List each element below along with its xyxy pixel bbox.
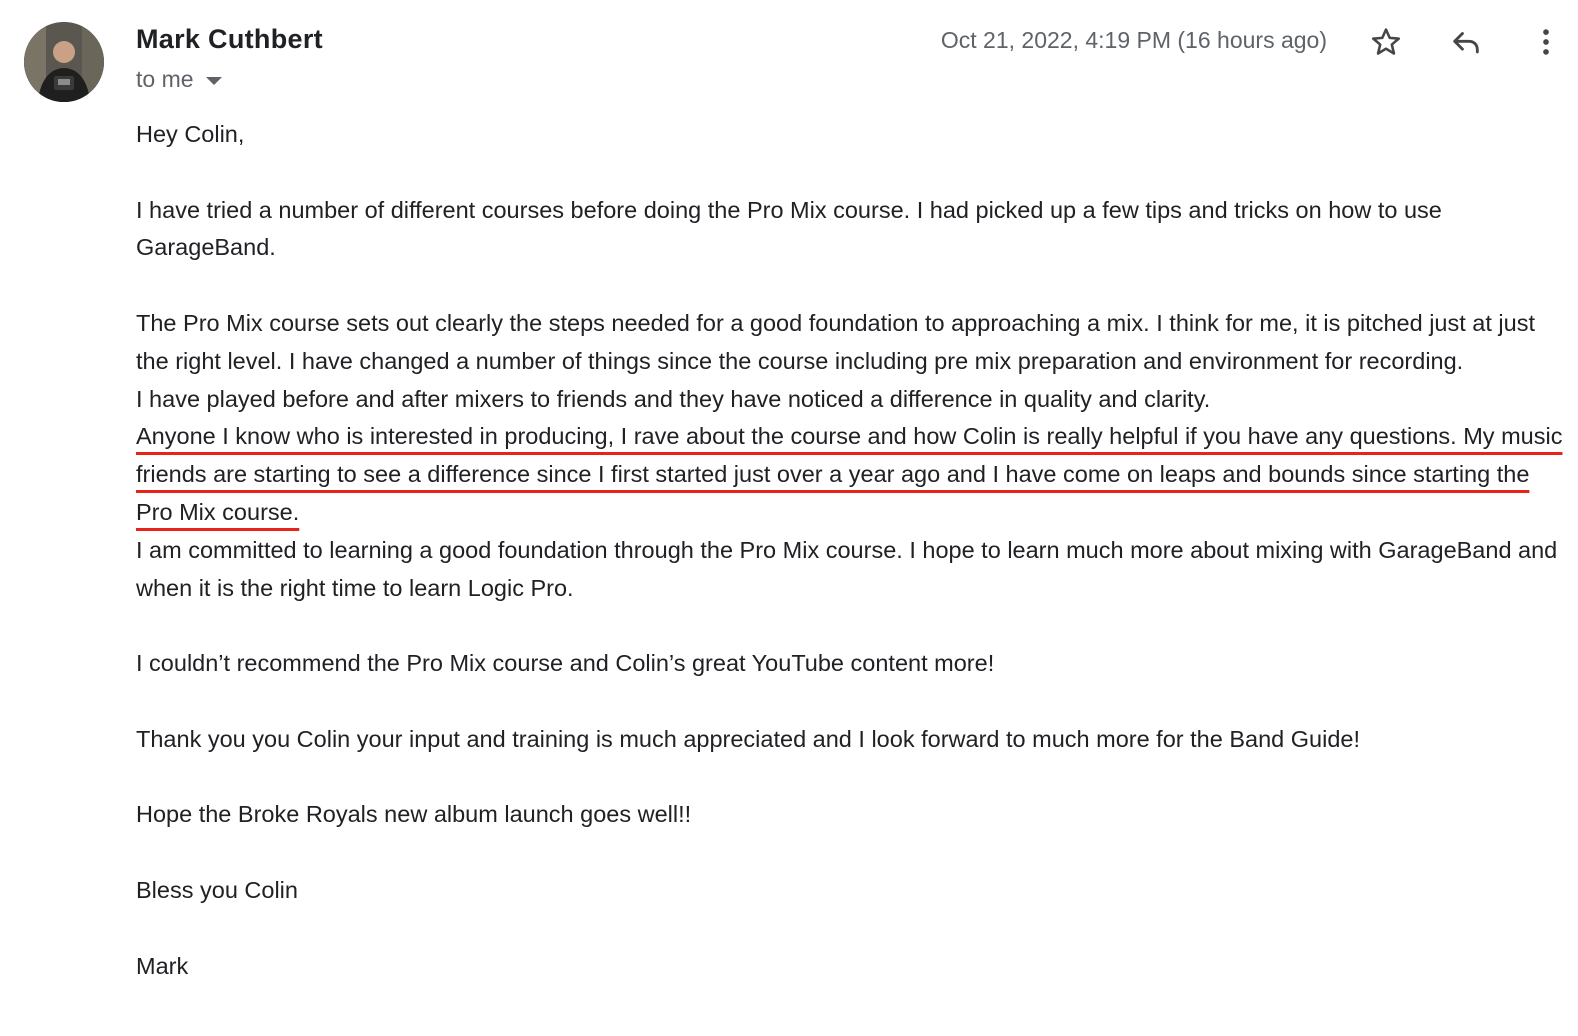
caret-down-icon[interactable] bbox=[205, 76, 222, 85]
paragraph-8: Hope the Broke Royals new album launch g… bbox=[136, 801, 692, 828]
paragraph-1: I have tried a number of different cours… bbox=[136, 196, 1442, 261]
paragraph-5: I am committed to learning a good founda… bbox=[136, 536, 1558, 601]
highlighted-testimonial: Anyone I know who is interested in produ… bbox=[136, 423, 1563, 525]
paragraph-6: I couldn’t recommend the Pro Mix course … bbox=[136, 650, 995, 677]
reply-icon bbox=[1453, 32, 1479, 54]
sender-name: Mark Cuthbert bbox=[136, 24, 323, 54]
recipient-label: to me bbox=[136, 66, 194, 92]
star-button[interactable] bbox=[1366, 22, 1406, 62]
paragraph-9: Bless you Colin bbox=[136, 876, 298, 903]
star-icon bbox=[1371, 28, 1401, 55]
greeting: Hey Colin, bbox=[136, 121, 245, 147]
paragraph-3: I have played before and after mixers to… bbox=[136, 385, 1211, 412]
reply-button[interactable] bbox=[1446, 22, 1486, 62]
signature: Mark bbox=[136, 952, 189, 979]
paragraph-2: The Pro Mix course sets out clearly the … bbox=[136, 309, 1535, 374]
message-body: Hey Colin, I have tried a number of diff… bbox=[136, 116, 1566, 985]
more-options-button[interactable] bbox=[1526, 22, 1566, 62]
sender-avatar[interactable] bbox=[24, 22, 104, 102]
more-vert-icon bbox=[1543, 29, 1549, 55]
paragraph-highlighted: Anyone I know who is interested in produ… bbox=[136, 418, 1566, 531]
paragraph-7: Thank you you Colin your input and train… bbox=[136, 725, 1360, 752]
recipient-toggle[interactable]: to me bbox=[136, 66, 222, 93]
message-timestamp: Oct 21, 2022, 4:19 PM (16 hours ago) bbox=[940, 27, 1327, 53]
avatar-photo-icon bbox=[24, 22, 104, 102]
